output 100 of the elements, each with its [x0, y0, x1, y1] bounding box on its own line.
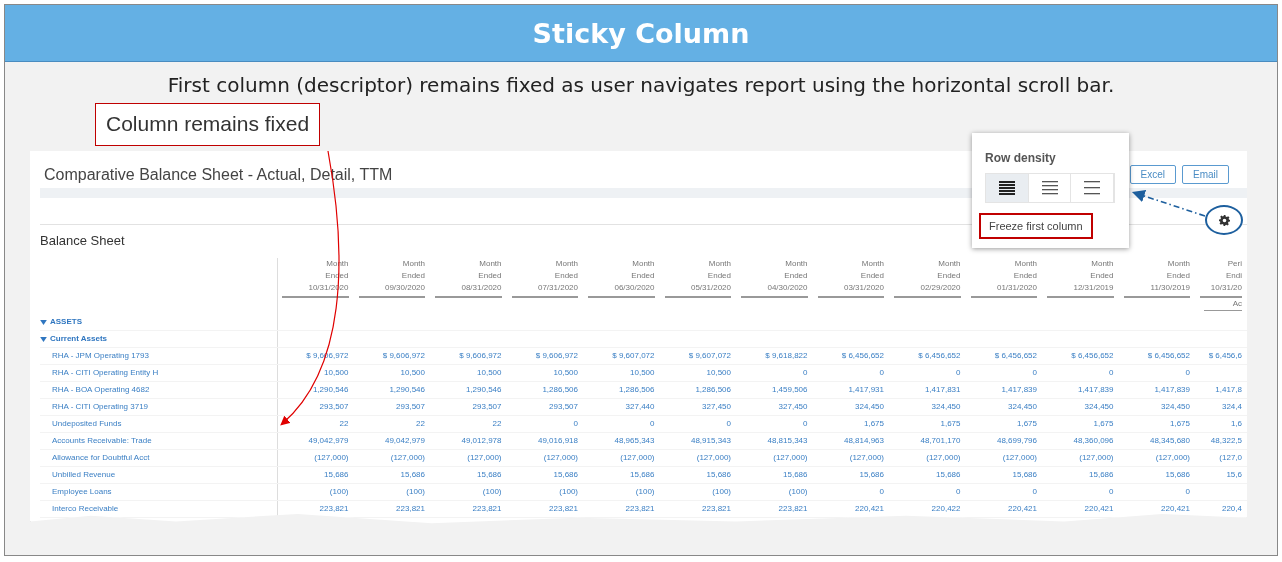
caret-icon[interactable]	[40, 336, 47, 342]
amount-cell: 0	[966, 365, 1043, 382]
amount-cell: (127,000)	[1119, 450, 1196, 467]
amount-cell: 223,821	[660, 501, 737, 518]
column-header: Month	[784, 258, 808, 270]
amount-cell: 293,507	[431, 399, 508, 416]
amount-cell: 327,450	[737, 399, 814, 416]
column-header: Month	[1013, 258, 1037, 270]
amount-cell: (100)	[507, 484, 584, 501]
column-header: Ended	[1165, 270, 1190, 282]
amount-cell: 223,821	[737, 501, 814, 518]
amount-cell: 223,821	[278, 501, 355, 518]
column-header: Month	[401, 258, 425, 270]
amount-cell: 1,675	[966, 416, 1043, 433]
amount-cell: 0	[737, 416, 814, 433]
amount-cell: 223,821	[354, 501, 431, 518]
export-button[interactable]: Excel	[1129, 165, 1176, 184]
amount-cell: 15,686	[278, 467, 355, 484]
amount-cell: 15,686	[890, 467, 967, 484]
account-label[interactable]: RHA - CITI Operating Entity H	[40, 365, 278, 382]
amount-cell: (100)	[278, 484, 355, 501]
account-label[interactable]: RHA - CITI Operating 3719	[40, 399, 278, 416]
column-header: 10/31/20	[1200, 282, 1242, 298]
amount-cell: 1,675	[1119, 416, 1196, 433]
amount-cell: 223,821	[584, 501, 661, 518]
amount-cell: 1,675	[890, 416, 967, 433]
amount-cell: 48,815,343	[737, 433, 814, 450]
amount-cell: 220,421	[1119, 501, 1196, 518]
density-icon	[998, 181, 1015, 195]
amount-cell: 1,417,839	[1043, 382, 1120, 399]
column-header: 05/31/2020	[664, 282, 731, 298]
account-label[interactable]: RHA - BOA Operating 4682	[40, 382, 278, 399]
amount-cell: 0	[966, 484, 1043, 501]
density-option[interactable]	[986, 174, 1029, 202]
amount-cell: $ 6,456,652	[1119, 348, 1196, 365]
export-button[interactable]: Email	[1182, 165, 1229, 184]
amount-cell: 48,322,5	[1196, 433, 1248, 450]
settings-icon[interactable]	[1218, 214, 1230, 226]
account-label[interactable]: Allowance for Doubtful Acct	[40, 450, 278, 467]
amount-cell: 15,6	[1196, 467, 1248, 484]
amount-cell: 1,417,931	[813, 382, 890, 399]
subtitle: First column (descriptor) remains fixed as user navigates report using the horizontal scroll bar.	[167, 73, 1115, 97]
amount-cell: 0	[507, 416, 584, 433]
amount-cell: 0	[1043, 484, 1120, 501]
amount-cell: (127,000)	[278, 450, 355, 467]
amount-cell: 1,286,506	[584, 382, 661, 399]
amount-cell: 48,814,963	[813, 433, 890, 450]
account-label[interactable]: Undeposited Funds	[40, 416, 278, 433]
account-label[interactable]: RHA - JPM Operating 1793	[40, 348, 278, 365]
amount-cell: 1,417,839	[966, 382, 1043, 399]
amount-cell: 0	[584, 416, 661, 433]
column-header: 01/31/2020	[970, 282, 1037, 298]
amount-cell: 0	[813, 484, 890, 501]
account-label[interactable]: Unbilled Revenue	[40, 467, 278, 484]
amount-cell: 10,500	[431, 365, 508, 382]
column-header: Month	[631, 258, 655, 270]
column-header: Ended	[1012, 270, 1037, 282]
column-header: Month	[478, 258, 502, 270]
amount-cell: 49,042,979	[354, 433, 431, 450]
amount-cell: 1,675	[813, 416, 890, 433]
amount-cell: 15,686	[1119, 467, 1196, 484]
amount-cell: 48,360,096	[1043, 433, 1120, 450]
account-label[interactable]: Interco Receivable	[40, 501, 278, 518]
amount-cell: (100)	[354, 484, 431, 501]
amount-cell: 48,915,343	[660, 433, 737, 450]
amount-cell: 324,450	[890, 399, 967, 416]
column-header: Peri	[1226, 258, 1242, 270]
amount-cell: 1,6	[1196, 416, 1248, 433]
amount-cell: 293,507	[354, 399, 431, 416]
amount-cell: 0	[1119, 365, 1196, 382]
amount-cell: 0	[890, 484, 967, 501]
amount-cell: 1,459,506	[737, 382, 814, 399]
amount-cell: (100)	[660, 484, 737, 501]
amount-cell: 15,686	[813, 467, 890, 484]
section-title: Balance Sheet	[40, 233, 126, 248]
group-label[interactable]: Current Assets	[50, 331, 108, 347]
amount-cell: 220,4	[1196, 501, 1248, 518]
amount-cell: 49,042,979	[278, 433, 355, 450]
amount-cell: 15,686	[660, 467, 737, 484]
amount-cell: 22	[431, 416, 508, 433]
amount-cell: 10,500	[660, 365, 737, 382]
caret-icon[interactable]	[40, 319, 47, 325]
amount-cell: 220,421	[1043, 501, 1120, 518]
column-header: 09/30/2020	[358, 282, 425, 298]
account-label[interactable]: Accounts Receivable: Trade	[40, 433, 278, 450]
amount-cell: (127,000)	[1043, 450, 1120, 467]
account-label[interactable]: Employee Loans	[40, 484, 278, 501]
amount-cell: 15,686	[737, 467, 814, 484]
group-label[interactable]: ASSETS	[50, 314, 82, 330]
amount-cell: 1,417,839	[1119, 382, 1196, 399]
amount-cell: 48,965,343	[584, 433, 661, 450]
column-header: Ended	[630, 270, 655, 282]
popup-title: Row density	[985, 151, 1057, 165]
column-subheader: Ac	[1204, 298, 1242, 311]
freeze-column-button[interactable]: Freeze first column	[979, 213, 1093, 239]
column-header: Month	[937, 258, 961, 270]
amount-cell: 48,345,680	[1119, 433, 1196, 450]
amount-cell: 1,290,546	[431, 382, 508, 399]
amount-cell: 327,450	[660, 399, 737, 416]
column-header: Ended	[936, 270, 961, 282]
